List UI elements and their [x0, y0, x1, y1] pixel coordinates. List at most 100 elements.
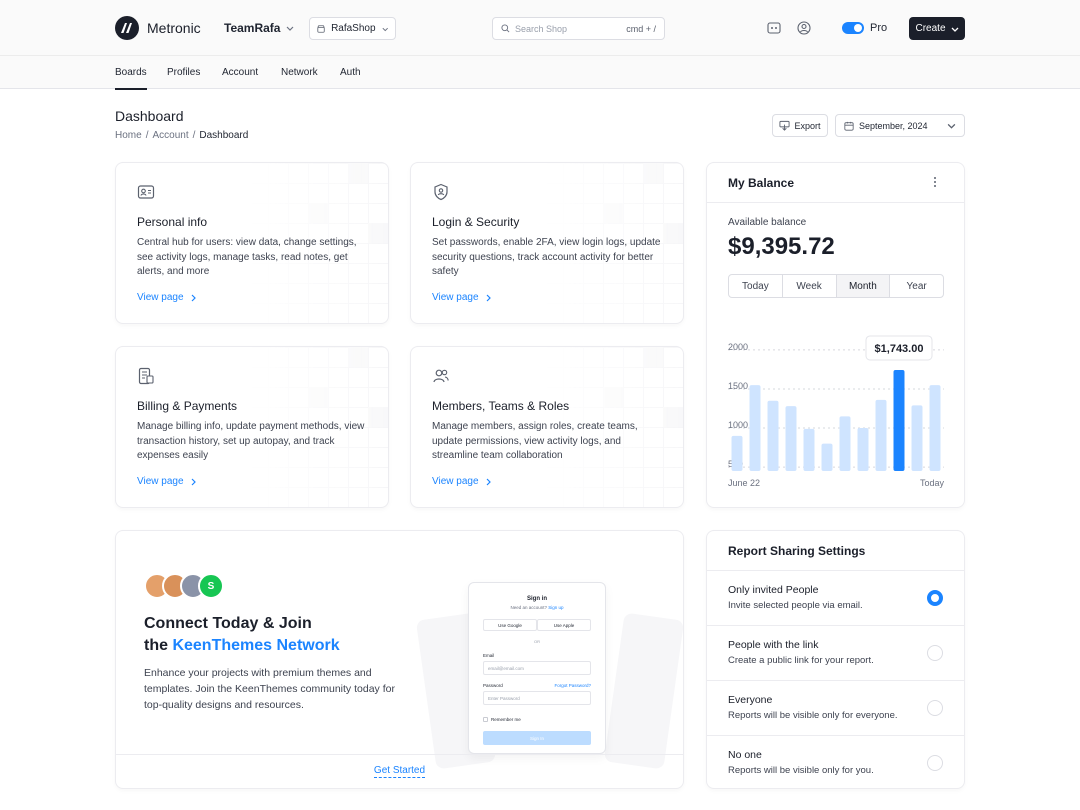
chevron-down-icon	[382, 27, 388, 31]
date-label: September, 2024	[859, 120, 928, 131]
promo-title-prefix: the	[144, 637, 173, 654]
chart-bar	[767, 400, 779, 471]
metronic-logo-icon	[115, 16, 139, 40]
promo-footer: Get Started	[116, 754, 683, 788]
link-label: View page	[137, 292, 184, 303]
card-description: Manage billing info, update payment meth…	[137, 421, 365, 461]
nav-item-auth[interactable]: Auth	[340, 67, 361, 78]
option-description: Reports will be visible only for you.	[728, 765, 874, 776]
option-radio[interactable]	[927, 755, 943, 771]
chevron-right-icon	[191, 478, 196, 485]
create-button[interactable]: Create	[909, 17, 965, 40]
get-started-link[interactable]: Get Started	[373, 765, 426, 778]
sharing-option-link[interactable]: People with the link Create a public lin…	[707, 626, 964, 681]
sharing-option-invited[interactable]: Only invited People Invite selected peop…	[707, 571, 964, 626]
period-month[interactable]: Month	[836, 275, 891, 297]
calendar-icon	[844, 121, 854, 131]
promo-description: Enhance your projects with premium theme…	[144, 667, 395, 711]
mock-password-label: Password	[483, 683, 503, 688]
sharing-option-everyone[interactable]: Everyone Reports will be visible only fo…	[707, 681, 964, 736]
y-tick-label: 1500	[728, 381, 748, 391]
mock-email-label: Email	[483, 653, 495, 658]
option-name: Only invited People	[728, 584, 819, 596]
card-title: Personal info	[137, 215, 208, 229]
option-name: Everyone	[728, 694, 773, 706]
option-radio[interactable]	[927, 700, 943, 716]
view-page-link[interactable]: View page	[137, 292, 197, 303]
chart-bar	[731, 435, 743, 471]
period-switcher: Today Week Month Year	[728, 274, 944, 298]
shop-name: RafaShop	[331, 23, 376, 34]
feature-card-members-teams: Members, Teams & Roles Manage members, a…	[410, 346, 684, 508]
view-page-link[interactable]: View page	[432, 292, 492, 303]
balance-title: My Balance	[728, 176, 795, 190]
export-label: Export	[794, 120, 821, 131]
breadcrumb-home[interactable]: Home	[115, 130, 142, 141]
y-tick-label: 1000	[728, 420, 748, 430]
report-sharing-title: Report Sharing Settings	[728, 544, 866, 558]
store-icon	[317, 24, 325, 33]
brand-name: Metronic	[147, 20, 201, 36]
option-description: Reports will be visible only for everyon…	[728, 710, 898, 721]
period-today[interactable]: Today	[729, 275, 783, 297]
nav-item-network[interactable]: Network	[281, 67, 318, 78]
chevron-right-icon	[191, 294, 196, 301]
chat-robot-icon[interactable]	[766, 20, 782, 36]
promo-title-line1: Connect Today & Join	[144, 615, 312, 632]
nav-item-boards[interactable]: Boards	[115, 67, 147, 90]
id-card-icon	[137, 185, 155, 199]
team-switcher[interactable]: TeamRafa	[224, 21, 294, 35]
mock-signup-link: Sign up	[548, 605, 564, 610]
nav-item-profiles[interactable]: Profiles	[167, 67, 200, 78]
date-picker[interactable]: September, 2024	[835, 114, 965, 137]
nav-item-account[interactable]: Account	[222, 67, 258, 78]
balance-amount: $9,395.72	[728, 233, 835, 260]
view-page-link[interactable]: View page	[432, 476, 492, 487]
create-label: Create	[915, 23, 946, 34]
user-circle-icon[interactable]	[796, 20, 812, 36]
breadcrumb-separator: /	[145, 130, 149, 141]
period-week[interactable]: Week	[783, 275, 837, 297]
page-title: Dashboard	[115, 108, 184, 124]
mock-email-input: email@email.com	[483, 661, 591, 675]
team-name: TeamRafa	[224, 21, 281, 35]
brand-logo[interactable]: Metronic	[115, 16, 201, 40]
card-description: Central hub for users: view data, change…	[137, 237, 357, 277]
card-title: Billing & Payments	[137, 399, 238, 413]
chart-bar	[911, 405, 923, 471]
users-icon	[433, 369, 449, 383]
view-page-link[interactable]: View page	[137, 476, 197, 487]
breadcrumb-account[interactable]: Account	[152, 130, 188, 141]
breadcrumb-current: Dashboard	[199, 130, 249, 141]
pro-toggle[interactable]	[842, 22, 864, 34]
more-vertical-icon[interactable]	[933, 176, 937, 188]
option-description: Invite selected people via email.	[728, 600, 863, 611]
option-radio[interactable]	[927, 590, 943, 606]
available-label: Available balance	[728, 217, 807, 228]
report-sharing-card: Report Sharing Settings Only invited Peo…	[706, 530, 965, 789]
promo-title-line2: the KeenThemes Network	[144, 635, 340, 657]
pro-label: Pro	[870, 22, 888, 34]
option-radio[interactable]	[927, 645, 943, 661]
chevron-right-icon	[486, 294, 491, 301]
chart-tooltip-value: $1,743.00	[875, 343, 924, 355]
chart-bar	[875, 399, 887, 471]
feature-card-billing-payments: Billing & Payments Manage billing info, …	[115, 346, 389, 508]
shield-user-icon	[434, 183, 448, 201]
export-button[interactable]: Export	[772, 114, 828, 137]
chart-bar	[821, 443, 833, 471]
card-description: Manage members, assign roles, create tea…	[432, 421, 638, 461]
feature-card-personal-info: Personal info Central hub for users: vie…	[115, 162, 389, 324]
search-placeholder: Search Shop	[515, 23, 568, 34]
card-title: Login & Security	[432, 215, 520, 229]
period-year[interactable]: Year	[890, 275, 943, 297]
chevron-right-icon	[486, 478, 491, 485]
option-name: People with the link	[728, 639, 819, 651]
breadcrumb-separator: /	[192, 130, 196, 141]
balance-bar-chart: 500100015002000$1,743.00June 22Today	[728, 335, 944, 488]
sharing-option-no-one[interactable]: No one Reports will be visible only for …	[707, 736, 964, 788]
shop-select[interactable]: RafaShop	[309, 17, 396, 40]
card-description: Set passwords, enable 2FA, view login lo…	[432, 237, 661, 277]
search-input[interactable]: Search Shop cmd + /	[492, 17, 665, 40]
mock-apple-button: Use Apple	[537, 619, 591, 631]
